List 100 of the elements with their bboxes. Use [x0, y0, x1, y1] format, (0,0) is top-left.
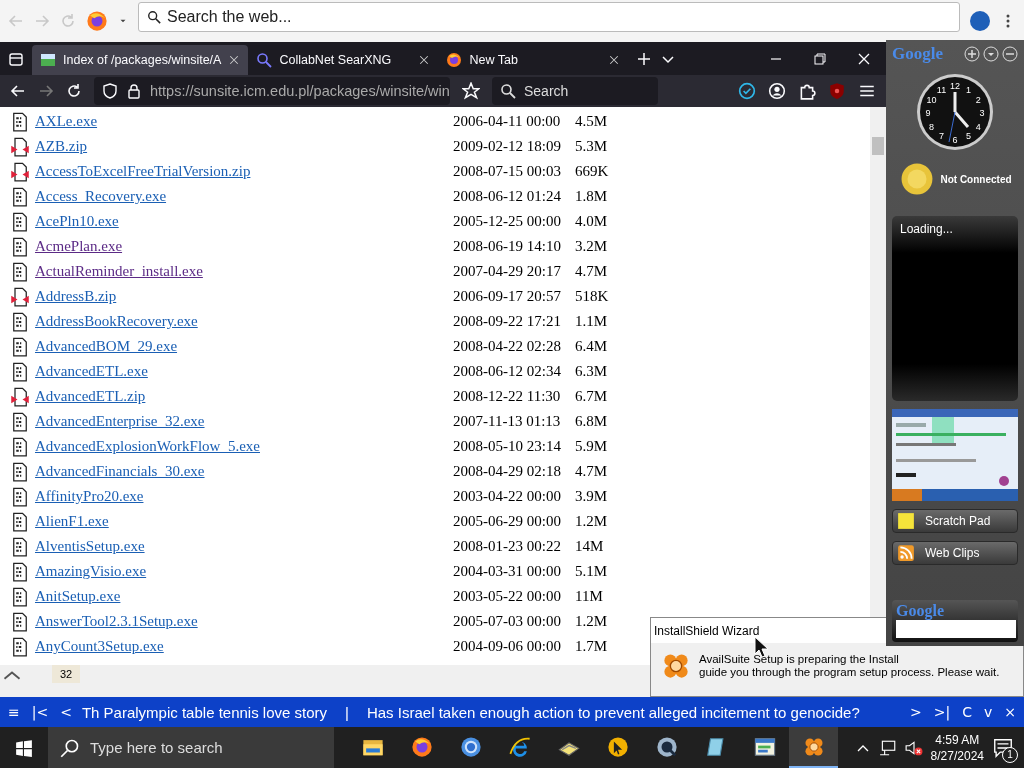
- notification-button[interactable]: 1: [992, 736, 1014, 759]
- compressed-file-icon: [10, 161, 30, 182]
- file-link[interactable]: AdvancedFinancials_30.exe: [35, 463, 205, 480]
- close-icon[interactable]: [608, 54, 621, 66]
- file-link[interactable]: AddressB.zip: [35, 288, 117, 305]
- file-link[interactable]: AffinityPro20.exe: [35, 488, 144, 505]
- network-icon[interactable]: [878, 738, 897, 757]
- ticker-control[interactable]: C: [960, 704, 974, 720]
- file-link[interactable]: AlventisSetup.exe: [35, 538, 145, 555]
- ticker-control[interactable]: ≡: [6, 704, 22, 720]
- binary-file-icon: [10, 636, 30, 657]
- binary-file-icon: [10, 186, 30, 207]
- binary-file-icon: [10, 536, 30, 557]
- file-size: 5.9M: [575, 438, 608, 455]
- bookmark-star-icon[interactable]: [462, 82, 480, 100]
- clock-numeral: 7: [939, 131, 944, 142]
- ticker-control[interactable]: >|: [931, 704, 953, 720]
- file-size: 5.3M: [575, 138, 608, 155]
- tab-list-icon[interactable]: [8, 50, 24, 67]
- internet-explorer-icon: [508, 735, 531, 758]
- compressed-file-icon: [10, 136, 30, 157]
- gadget-button[interactable]: Web Clips: [892, 541, 1018, 565]
- file-size: 4.0M: [575, 213, 608, 230]
- chrome-icon: [459, 735, 482, 758]
- file-link[interactable]: ActualReminder_install.exe: [35, 263, 203, 280]
- file-link[interactable]: AmazingVisio.exe: [35, 563, 147, 580]
- file-size: 1.8M: [575, 188, 608, 205]
- clock-numeral: 8: [929, 121, 935, 132]
- compressed-file-icon: [10, 286, 30, 307]
- account-icon[interactable]: [768, 82, 786, 100]
- file-link[interactable]: AdvancedBOM_29.exe: [35, 338, 178, 355]
- volume-muted-icon[interactable]: [904, 738, 923, 757]
- ticker-control[interactable]: |<: [29, 704, 51, 720]
- firefox-icon[interactable]: [86, 10, 108, 32]
- dropdown-icon[interactable]: [983, 46, 999, 62]
- puzzle-icon[interactable]: [798, 82, 816, 100]
- dialog-title: InstallShield Wizard: [654, 623, 760, 638]
- file-link[interactable]: AcmePlan.exe: [35, 238, 123, 255]
- minimize-icon[interactable]: [1002, 46, 1018, 62]
- file-link[interactable]: AnyCount3Setup.exe: [35, 638, 164, 655]
- file-link[interactable]: Access_Recovery.exe: [35, 188, 167, 205]
- search-field[interactable]: Search: [492, 77, 658, 105]
- file-date: 2004-09-06 00:00: [453, 638, 561, 655]
- binary-file-icon: [10, 211, 30, 232]
- file-link[interactable]: AddressBookRecovery.exe: [35, 313, 198, 330]
- reload-icon[interactable]: [66, 83, 82, 99]
- file-link[interactable]: AdvancedETL.exe: [35, 363, 148, 380]
- search-field[interactable]: [896, 620, 1016, 638]
- file-link[interactable]: AccessToExcelFreeTrialVersion.zip: [35, 163, 251, 180]
- file-link[interactable]: AdvancedExplosionWorkFlow_5.exe: [35, 438, 260, 455]
- browser-tab[interactable]: Index of /packages/winsite/A: [32, 45, 249, 75]
- gadget-button[interactable]: Scratch Pad: [892, 509, 1018, 533]
- file-link[interactable]: AdvancedETL.zip: [35, 388, 146, 405]
- file-link[interactable]: AcePln10.exe: [35, 213, 119, 230]
- binary-file-icon: [10, 111, 30, 132]
- firefox-icon: [446, 52, 463, 68]
- news-headline[interactable]: Has Israel taken enough action to prevent alleged incitement to genocide?: [366, 703, 860, 721]
- news-headline[interactable]: Th Paralympic table tennis love story: [81, 703, 328, 721]
- clock-numeral: 5: [966, 131, 971, 142]
- close-icon[interactable]: [418, 54, 431, 66]
- message-icon: [992, 736, 1014, 759]
- file-link[interactable]: AnswerTool2.3.1Setup.exe: [35, 613, 198, 630]
- search-field[interactable]: Search the web...: [138, 2, 960, 32]
- file-size: 1.1M: [575, 313, 608, 330]
- file-link[interactable]: AlienF1.exe: [35, 513, 109, 530]
- shield-extension-icon[interactable]: [828, 82, 846, 100]
- file-date: 2008-06-19 14:10: [453, 238, 561, 255]
- back-icon[interactable]: [10, 83, 26, 99]
- file-link[interactable]: AXLe.exe: [35, 113, 98, 130]
- notepad-icon: [704, 735, 727, 758]
- file-link[interactable]: AnitSetup.exe: [35, 588, 121, 605]
- file-link[interactable]: AZB.zip: [35, 138, 88, 155]
- google-logo: Google: [892, 44, 943, 64]
- file-date: 2008-01-23 00:22: [453, 538, 561, 555]
- browser-tab[interactable]: New Tab: [438, 45, 629, 75]
- file-size: 5.1M: [575, 563, 608, 580]
- system-clock[interactable]: 4:59 AM 8/27/2024: [930, 731, 984, 764]
- profile-avatar[interactable]: [970, 11, 990, 31]
- ticker-control[interactable]: >: [908, 704, 924, 720]
- check-circle-icon[interactable]: [738, 82, 756, 100]
- file-date: 2008-12-22 11:30: [453, 388, 561, 405]
- ticker-control[interactable]: ×: [1002, 704, 1018, 720]
- add-icon[interactable]: [964, 46, 980, 62]
- address-bar[interactable]: https://sunsite.icm.edu.pl/packages/winsite/win: [94, 77, 450, 105]
- ticker-control[interactable]: <: [58, 704, 74, 720]
- file-date: 2009-02-12 18:09: [453, 138, 561, 155]
- forward-icon[interactable]: [38, 83, 54, 99]
- new-tab-icon[interactable]: [636, 50, 653, 67]
- weather-status: Not Connected: [940, 173, 1012, 185]
- browser-tab[interactable]: CollabNet SearXNG: [248, 45, 439, 75]
- clock-numeral: 2: [975, 94, 981, 105]
- taskbar-search-field[interactable]: Type here to search: [48, 727, 334, 768]
- file-size: 4.7M: [575, 463, 608, 480]
- file-size: 14M: [575, 538, 604, 555]
- ticker-control[interactable]: v: [981, 704, 995, 720]
- windows-start-icon[interactable]: [15, 738, 33, 757]
- page-icon: [40, 52, 56, 68]
- binary-file-icon: [10, 261, 30, 282]
- restore-icon[interactable]: [812, 50, 828, 67]
- file-link[interactable]: AdvancedEnterprise_32.exe: [35, 413, 205, 430]
